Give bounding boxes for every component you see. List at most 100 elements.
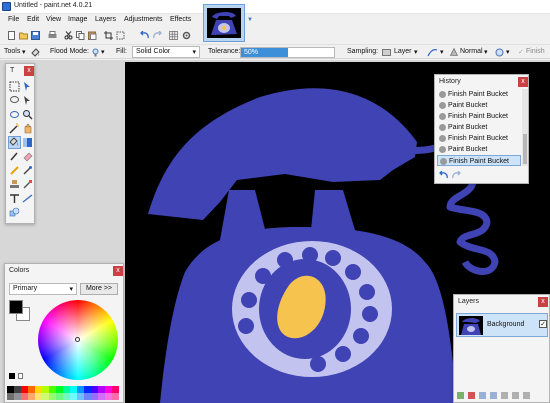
close-icon[interactable]: x (518, 77, 528, 87)
chevron-down-icon[interactable]: ▾ (414, 48, 418, 56)
move-selected-icon[interactable] (22, 95, 33, 106)
history-item[interactable]: Paint Bucket (437, 100, 521, 111)
chevron-down-icon[interactable]: ▾ (506, 48, 510, 56)
copy-icon[interactable] (76, 31, 85, 40)
palette-swatch[interactable] (14, 386, 21, 393)
palette-swatch[interactable] (63, 393, 70, 400)
undo-icon[interactable] (140, 31, 149, 40)
palette-swatch[interactable] (84, 393, 91, 400)
shapes-icon[interactable] (9, 207, 20, 218)
layer-visibility-checkbox[interactable]: ✓ (539, 320, 547, 328)
blend-mode-value[interactable]: Normal (460, 48, 483, 55)
layer-properties-icon[interactable] (523, 392, 530, 399)
tools-label[interactable]: Tools (4, 48, 20, 55)
fill-select[interactable]: Solid Color ▾ (132, 46, 200, 58)
lasso-select-icon[interactable] (9, 95, 20, 106)
palette-swatch[interactable] (21, 386, 28, 393)
pencil-icon[interactable] (9, 165, 20, 176)
chevron-down-icon[interactable]: ▾ (440, 48, 444, 56)
finish-button[interactable]: Finish (526, 48, 545, 55)
palette-swatch[interactable] (112, 393, 119, 400)
line-curve-icon[interactable] (22, 193, 33, 204)
menu-view[interactable]: View (46, 16, 61, 23)
menu-edit[interactable]: Edit (27, 16, 39, 23)
palette-swatch[interactable] (77, 386, 84, 393)
print-icon[interactable] (48, 31, 57, 40)
undo-icon[interactable] (439, 171, 448, 180)
merge-layer-icon[interactable] (490, 392, 497, 399)
palette-swatch[interactable] (56, 386, 63, 393)
palette-swatch[interactable] (91, 393, 98, 400)
history-item-selected[interactable]: Finish Paint Bucket (437, 155, 521, 166)
color-wheel[interactable] (38, 300, 118, 380)
rectangle-select-icon[interactable] (9, 81, 20, 92)
image-thumbnail-tab[interactable] (203, 4, 245, 42)
close-icon[interactable]: x (113, 266, 123, 276)
deselect-icon[interactable] (116, 31, 125, 40)
palette-swatch[interactable] (49, 393, 56, 400)
move-selection-icon[interactable] (22, 81, 33, 92)
history-item[interactable]: Paint Bucket (437, 144, 521, 155)
color-mode-select[interactable]: Primary ▾ (9, 283, 77, 295)
palette-swatch[interactable] (70, 386, 77, 393)
delete-layer-icon[interactable] (468, 392, 475, 399)
history-item[interactable]: Finish Paint Bucket (437, 111, 521, 122)
palette-swatch[interactable] (35, 386, 42, 393)
zoom-icon[interactable] (22, 109, 33, 120)
settings-icon[interactable] (182, 31, 191, 40)
layer-row-background[interactable]: Background ✓ (456, 313, 548, 337)
palette-swatch[interactable] (77, 393, 84, 400)
palette-swatch[interactable] (49, 386, 56, 393)
flood-mode-icon[interactable] (91, 48, 100, 57)
add-layer-icon[interactable] (457, 392, 464, 399)
menu-effects[interactable]: Effects (170, 16, 191, 23)
tolerance-slider[interactable]: 50% (240, 47, 335, 58)
new-image-icon[interactable] (7, 31, 16, 40)
chevron-down-icon[interactable]: ▾ (22, 48, 26, 56)
redo-icon[interactable] (452, 171, 461, 180)
paintbrush-icon[interactable] (9, 151, 20, 162)
palette-swatch[interactable] (91, 386, 98, 393)
chevron-down-icon[interactable]: ▾ (101, 48, 105, 56)
palette-swatch[interactable] (70, 393, 77, 400)
thumbnail-dropdown-arrow[interactable]: ▼ (247, 17, 253, 23)
recolor-icon[interactable] (22, 179, 33, 190)
open-icon[interactable] (19, 31, 28, 40)
swap-colors-icon[interactable] (18, 373, 23, 379)
palette-swatch[interactable] (98, 386, 105, 393)
paste-icon[interactable] (88, 31, 97, 40)
palette-swatch[interactable] (56, 393, 63, 400)
ellipse-select-icon[interactable] (9, 109, 20, 120)
close-icon[interactable]: x (538, 297, 548, 307)
cut-icon[interactable] (64, 31, 73, 40)
close-icon[interactable]: x (24, 66, 34, 76)
palette-swatch[interactable] (98, 393, 105, 400)
history-item[interactable]: Finish Paint Bucket (437, 89, 521, 100)
history-item[interactable]: Paint Bucket (437, 122, 521, 133)
palette-swatch[interactable] (28, 386, 35, 393)
palette-swatch[interactable] (63, 386, 70, 393)
pan-icon[interactable] (22, 123, 33, 134)
sampling-value[interactable]: Layer (394, 48, 412, 55)
move-layer-down-icon[interactable] (512, 392, 519, 399)
primary-color-swatch[interactable] (9, 300, 23, 314)
palette-swatch[interactable] (14, 393, 21, 400)
reset-colors-icon[interactable] (9, 373, 15, 379)
palette-swatch[interactable] (28, 393, 35, 400)
palette-swatch[interactable] (84, 386, 91, 393)
crop-icon[interactable] (104, 31, 113, 40)
save-icon[interactable] (31, 31, 40, 40)
eraser-icon[interactable] (22, 151, 33, 162)
palette-swatch[interactable] (7, 393, 14, 400)
menu-file[interactable]: File (8, 16, 19, 23)
move-layer-up-icon[interactable] (501, 392, 508, 399)
antialiasing-icon[interactable] (427, 48, 438, 57)
menu-layers[interactable]: Layers (95, 16, 116, 23)
duplicate-layer-icon[interactable] (479, 392, 486, 399)
palette-swatch[interactable] (21, 393, 28, 400)
menu-image[interactable]: Image (68, 16, 87, 23)
palette-swatch[interactable] (112, 386, 119, 393)
color-wheel-cursor[interactable] (75, 337, 80, 342)
palette-swatch[interactable] (105, 393, 112, 400)
grid-icon[interactable] (169, 31, 178, 40)
